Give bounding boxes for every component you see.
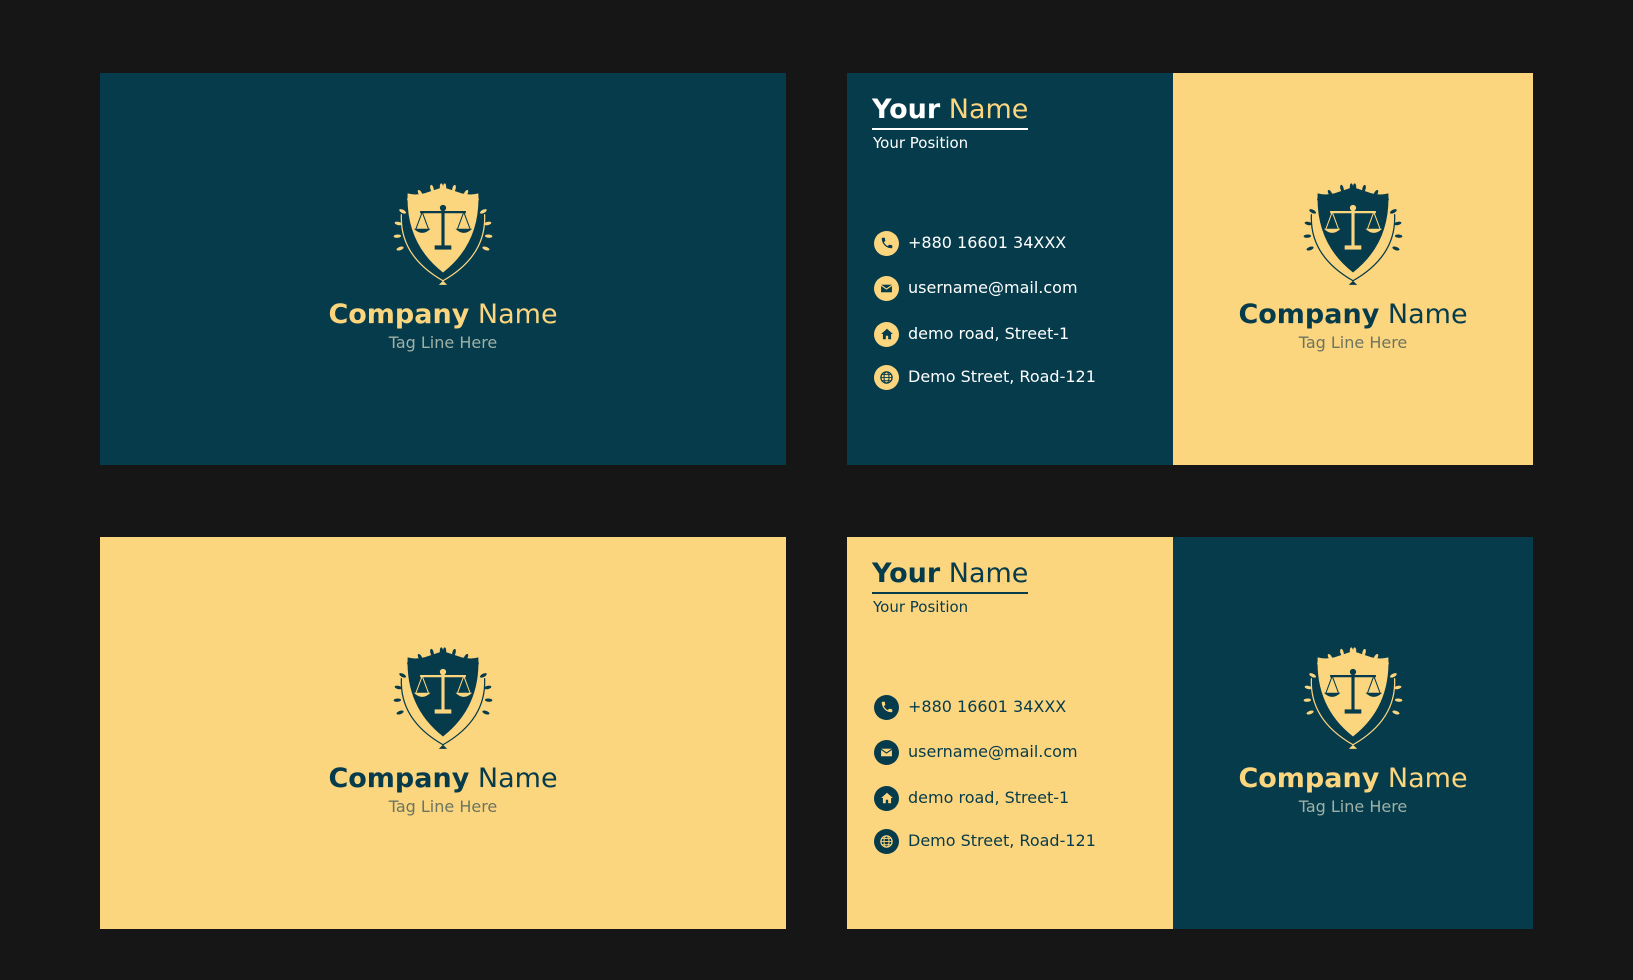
- person-position: Your Position: [873, 134, 969, 152]
- logo-block: Company Name Tag Line Here: [100, 183, 786, 353]
- home-icon: [874, 785, 899, 811]
- contact-text: Demo Street, Road-121: [908, 367, 1096, 386]
- contact-email: username@mail.com: [874, 739, 1078, 765]
- contact-email: username@mail.com: [874, 275, 1078, 301]
- contact-web: Demo Street, Road-121: [874, 364, 1096, 390]
- card-back-gold-teal: Your Name Your Position +880 16601 34XXX…: [847, 537, 1533, 929]
- justice-shield-icon: [393, 647, 493, 749]
- card-front-gold: Company Name Tag Line Here: [100, 537, 786, 929]
- contact-text: demo road, Street-1: [908, 324, 1070, 343]
- company-name: Company Name: [328, 763, 558, 794]
- justice-shield-icon: [1303, 647, 1403, 749]
- contact-text: username@mail.com: [908, 742, 1078, 761]
- globe-icon: [874, 828, 899, 854]
- mail-icon: [874, 739, 899, 765]
- logo-panel: Company Name Tag Line Here: [1173, 537, 1533, 929]
- contact-text: Demo Street, Road-121: [908, 831, 1096, 850]
- company-name: Company Name: [1238, 763, 1468, 794]
- info-panel: Your Name Your Position +880 16601 34XXX…: [847, 537, 1173, 929]
- justice-shield-icon: [393, 183, 493, 285]
- globe-icon: [874, 364, 899, 390]
- person-name: Your Name: [872, 557, 1029, 594]
- name-underline: [872, 592, 1029, 594]
- contact-text: demo road, Street-1: [908, 788, 1070, 807]
- logo-block: Company Name Tag Line Here: [1173, 647, 1533, 817]
- card-front-teal: Company Name Tag Line Here: [100, 73, 786, 465]
- company-name: Company Name: [328, 299, 558, 330]
- tagline: Tag Line Here: [388, 333, 498, 352]
- name-underline: [872, 128, 1029, 130]
- contact-text: username@mail.com: [908, 278, 1078, 297]
- contact-web: Demo Street, Road-121: [874, 828, 1096, 854]
- contact-text: +880 16601 34XXX: [908, 697, 1067, 716]
- info-panel: Your Name Your Position +880 16601 34XXX…: [847, 73, 1173, 465]
- phone-icon: [874, 230, 899, 256]
- home-icon: [874, 321, 899, 347]
- contact-address: demo road, Street-1: [874, 321, 1069, 347]
- contact-text: +880 16601 34XXX: [908, 233, 1067, 252]
- tagline: Tag Line Here: [1298, 797, 1408, 816]
- logo-block: Company Name Tag Line Here: [100, 647, 786, 817]
- logo-panel: Company Name Tag Line Here: [1173, 73, 1533, 465]
- mail-icon: [874, 275, 899, 301]
- tagline: Tag Line Here: [388, 797, 498, 816]
- person-position: Your Position: [873, 598, 969, 616]
- company-name: Company Name: [1238, 299, 1468, 330]
- justice-shield-icon: [1303, 183, 1403, 285]
- contact-address: demo road, Street-1: [874, 785, 1069, 811]
- contact-phone: +880 16601 34XXX: [874, 694, 1066, 720]
- tagline: Tag Line Here: [1298, 333, 1408, 352]
- person-name: Your Name: [872, 93, 1029, 130]
- contact-phone: +880 16601 34XXX: [874, 230, 1066, 256]
- logo-block: Company Name Tag Line Here: [1173, 183, 1533, 353]
- card-back-teal-gold: Your Name Your Position +880 16601 34XXX…: [847, 73, 1533, 465]
- phone-icon: [874, 694, 899, 720]
